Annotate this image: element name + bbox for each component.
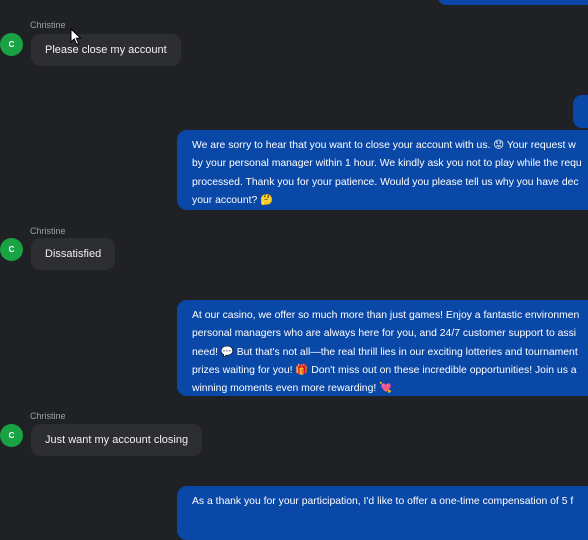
sender-name: Christine bbox=[30, 226, 66, 236]
message-line: At our casino, we offer so much more tha… bbox=[192, 310, 580, 321]
message-line: We are sorry to hear that you want to cl… bbox=[192, 140, 576, 151]
message-line: As a thank you for your participation, I… bbox=[192, 496, 574, 507]
message-line: prizes waiting for you! 🎁 Don't miss out… bbox=[192, 364, 577, 376]
agent-message-bubble-partial bbox=[573, 95, 588, 128]
agent-message-bubble: At our casino, we offer so much more tha… bbox=[177, 300, 588, 396]
message-line: processed. Thank you for your patience. … bbox=[192, 176, 579, 188]
avatar: C bbox=[0, 424, 23, 447]
user-message-bubble: Just want my account closing bbox=[31, 424, 203, 456]
sender-name: Christine bbox=[30, 20, 66, 30]
mouse-pointer-icon bbox=[70, 28, 82, 46]
message-line: personal managers who are always here fo… bbox=[192, 328, 577, 340]
sender-name: Christine bbox=[30, 411, 66, 421]
user-message-bubble: Please close my account bbox=[31, 34, 181, 66]
agent-message-bubble: As a thank you for your participation, I… bbox=[177, 486, 588, 540]
agent-message-bubble-partial bbox=[437, 0, 588, 5]
avatar: C bbox=[0, 33, 23, 56]
user-message-bubble: Dissatisfied bbox=[31, 238, 116, 270]
message-line: your account? 🤔 bbox=[192, 194, 274, 206]
message-line: need! 💬 But that's not all—the real thri… bbox=[192, 346, 578, 358]
agent-message-bubble: We are sorry to hear that you want to cl… bbox=[177, 130, 588, 210]
message-line: by your personal manager within 1 hour. … bbox=[192, 158, 582, 170]
avatar: C bbox=[0, 238, 23, 261]
message-line: winning moments even more rewarding! 💘 bbox=[192, 383, 393, 395]
